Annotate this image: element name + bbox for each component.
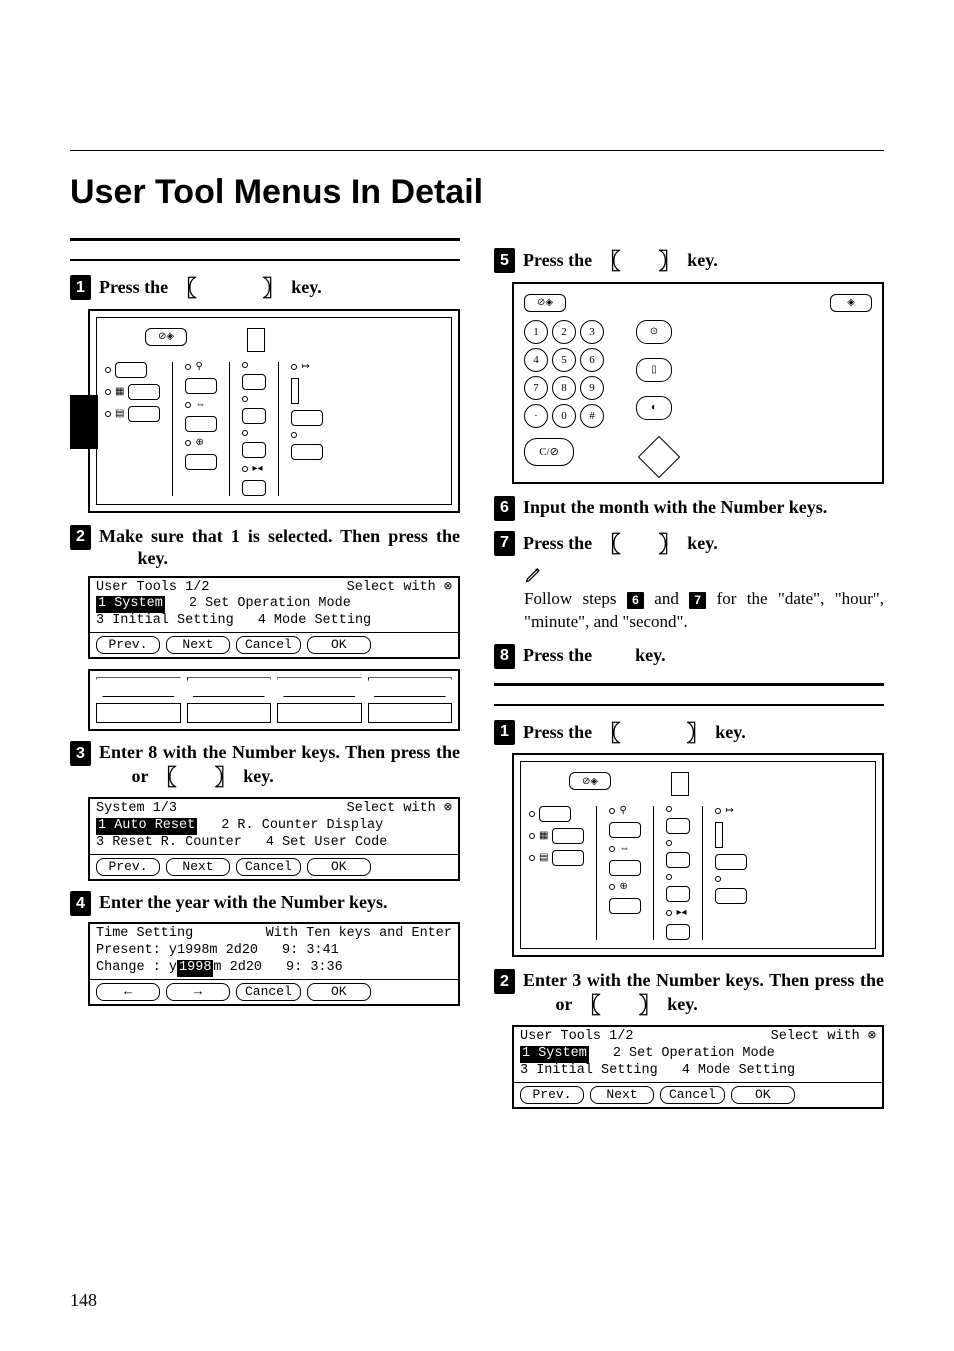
- lcd-user-tools-2: User Tools 1/2Select with ⊗ 1 System2 Se…: [512, 1025, 884, 1109]
- step-6-text: Input the month with the Number keys.: [523, 496, 827, 519]
- control-panel-diagram: ⊘◈ ▦ ▤ ⚲ ⇔: [88, 309, 460, 513]
- numpad-diagram: ⊘◈ ◈ 123 456 789 ·0# C/⊘ ⊙ ▯ ◐: [512, 282, 884, 484]
- step-1: 1 Press the 〖〗 key.: [70, 275, 460, 303]
- slot-icon: [247, 328, 265, 352]
- note-icon-row: [524, 564, 884, 584]
- step-badge-6: 6: [494, 496, 515, 521]
- step-8: 8 Press the key.: [494, 644, 884, 669]
- right-column: 5 Press the 〖〗 key. ⊘◈ ◈ 123 456 789: [494, 238, 884, 1119]
- left-column: 1 Press the 〖〗 key. ⊘◈ ▦ ▤: [70, 238, 460, 1119]
- user-tools-key-icon: ⊘◈: [524, 294, 566, 312]
- b-step-badge-2: 2: [494, 969, 515, 994]
- step-1-text: Press the 〖〗 key.: [99, 275, 322, 303]
- page-title: User Tool Menus In Detail: [70, 173, 884, 212]
- subsection-rule: [494, 704, 884, 706]
- lcd-system: System 1/3Select with ⊗ 1 Auto Reset2 R.…: [88, 797, 460, 881]
- step-badge-8: 8: [494, 644, 515, 669]
- step-8-text: Press the key.: [523, 644, 666, 667]
- subsection-rule: [70, 259, 460, 261]
- step-3-text: Enter 8 with the Number keys. Then press…: [99, 741, 460, 791]
- func-key-c: ◐: [636, 396, 672, 420]
- clear-key: C/⊘: [524, 438, 574, 466]
- b-step-1-text: Press the 〖〗 key.: [523, 720, 746, 748]
- contrast-key-icon: ◈: [830, 294, 872, 312]
- lcd-prev: Prev.: [96, 636, 160, 654]
- step-badge-7: 7: [494, 531, 515, 556]
- step-7-text: Press the 〖〗 key.: [523, 531, 718, 559]
- slot-icon: [671, 772, 689, 796]
- softkey-strip: [88, 669, 460, 731]
- step-badge-5: 5: [494, 248, 515, 273]
- step-4-text: Enter the year with the Number keys.: [99, 891, 387, 914]
- step-6: 6 Input the month with the Number keys.: [494, 496, 884, 521]
- b-step-1: 1 Press the 〖〗 key.: [494, 720, 884, 748]
- section-tab: [70, 395, 98, 449]
- lcd-user-tools: User Tools 1/2Select with ⊗ 1 System2 Se…: [88, 576, 460, 660]
- control-panel-diagram-2: ⊘◈ ▦ ▤ ⚲ ⇔ ⊕: [512, 753, 884, 957]
- top-rule: [70, 150, 884, 151]
- lcd-time-setting: Time SettingWith Ten keys and Enter Pres…: [88, 922, 460, 1006]
- step-7: 7 Press the 〖〗 key.: [494, 531, 884, 559]
- note-badge-6: 6: [627, 592, 644, 609]
- section-rule: [70, 238, 460, 241]
- pencil-icon: [524, 564, 544, 584]
- func-key-b: ▯: [636, 358, 672, 382]
- step-5-text: Press the 〖〗 key.: [523, 248, 718, 276]
- note-badge-7: 7: [689, 592, 706, 609]
- b-step-badge-1: 1: [494, 720, 515, 745]
- step-badge-2: 2: [70, 525, 91, 550]
- page-number: 148: [70, 1290, 97, 1311]
- step-badge-3: 3: [70, 741, 91, 766]
- section-rule: [494, 683, 884, 686]
- number-keys: 123 456 789 ·0# C/⊘: [524, 320, 604, 466]
- lcd-next: Next: [166, 636, 230, 654]
- b-step-2: 2 Enter 3 with the Number keys. Then pre…: [494, 969, 884, 1019]
- user-tools-key-icon: ⊘◈: [569, 772, 611, 790]
- note-text: Follow steps 6 and 7 for the "date", "ho…: [524, 588, 884, 634]
- lcd-cancel: Cancel: [236, 636, 301, 654]
- step-2-text: Make sure that 1 is selected. Then press…: [99, 525, 460, 570]
- lcd-ok: OK: [307, 636, 371, 654]
- step-2: 2 Make sure that 1 is selected. Then pre…: [70, 525, 460, 570]
- step-badge-4: 4: [70, 891, 91, 916]
- step-5: 5 Press the 〖〗 key.: [494, 248, 884, 276]
- step-badge-1: 1: [70, 275, 91, 300]
- func-key-a: ⊙: [636, 320, 672, 344]
- start-key-icon: [638, 435, 680, 477]
- step-3: 3 Enter 8 with the Number keys. Then pre…: [70, 741, 460, 791]
- b-step-2-text: Enter 3 with the Number keys. Then press…: [523, 969, 884, 1019]
- step-4: 4 Enter the year with the Number keys.: [70, 891, 460, 916]
- user-tools-key-icon: ⊘◈: [145, 328, 187, 346]
